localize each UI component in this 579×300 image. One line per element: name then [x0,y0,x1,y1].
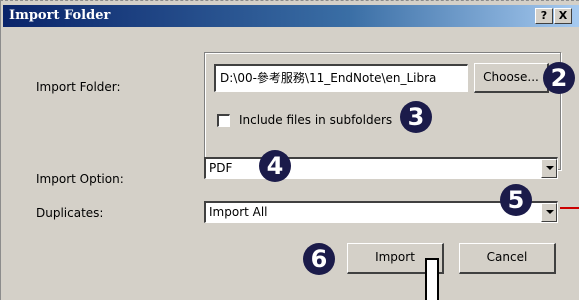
duplicates-value: Import All [209,205,268,219]
chevron-down-icon[interactable] [541,203,557,222]
import-option-value: PDF [209,161,233,175]
step-5-badge: 5 [500,184,532,216]
folder-path-field[interactable]: D:\00-參考服務\11_EndNote\en_Libra [214,64,468,92]
import-button-label: Import [375,250,415,264]
window-title: Import Folder [9,8,111,23]
step-4-badge: 4 [259,150,291,182]
import-option-label: Import Option: [36,172,124,186]
step-6-badge: 6 [303,243,335,275]
folder-path-value: D:\00-參考服務\11_EndNote\en_Libra [220,71,437,85]
step-2-badge: 2 [543,62,575,94]
include-subfolders-label: Include files in subfolders [239,113,393,127]
cancel-button-label: Cancel [486,250,528,264]
choose-button[interactable]: Choose... [474,63,549,93]
help-button[interactable]: ? [535,8,553,24]
cancel-button[interactable]: Cancel [459,243,556,274]
include-subfolders-checkbox[interactable] [217,114,230,127]
import-option-dropdown[interactable]: PDF [204,157,558,179]
duplicates-label: Duplicates: [36,206,104,220]
title-bar: Import Folder ? X [3,5,579,27]
chevron-down-icon[interactable] [541,159,557,178]
choose-button-label: Choose... [483,70,539,84]
import-folder-label: Import Folder: [36,80,121,94]
close-button[interactable]: X [554,8,572,24]
step-3-badge: 3 [400,101,432,133]
red-arrow-line [560,207,579,209]
